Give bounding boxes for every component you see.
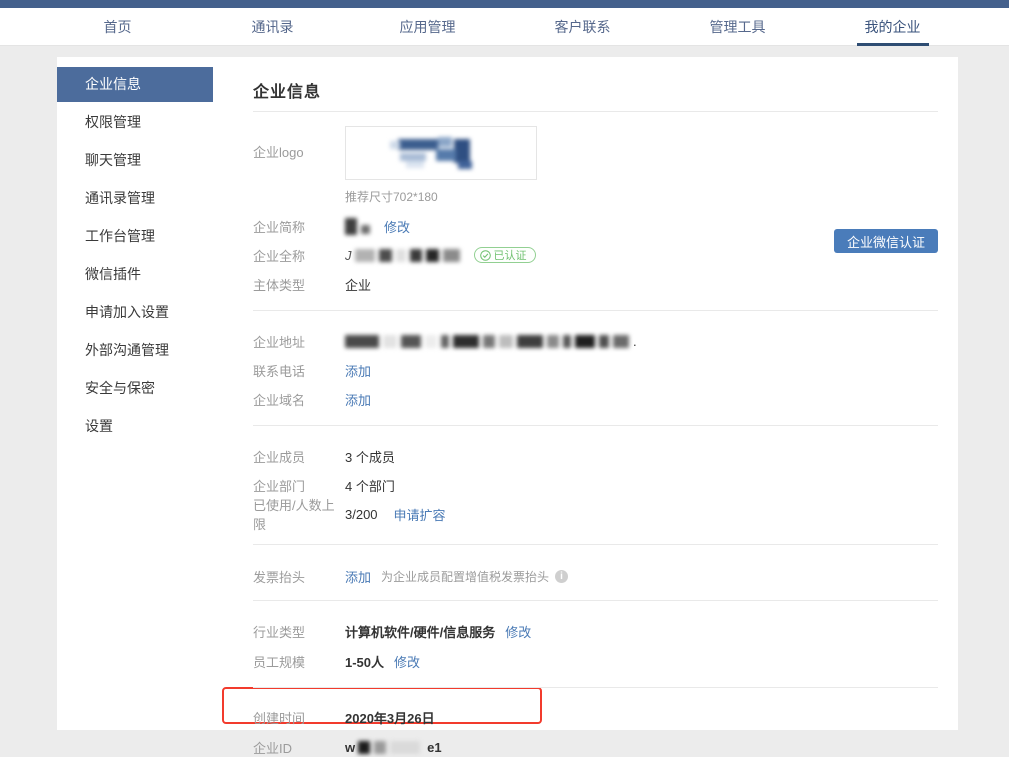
sidebar-item-workbench[interactable]: 工作台管理: [57, 219, 213, 254]
sidebar-item-join-settings[interactable]: 申请加入设置: [57, 295, 213, 330]
scale-label: 员工规模: [253, 652, 345, 671]
expand-capacity-link[interactable]: 申请扩容: [394, 505, 446, 524]
short-name-label: 企业简称: [253, 217, 345, 236]
short-name-edit-link[interactable]: 修改: [384, 217, 410, 236]
members-label: 企业成员: [253, 447, 345, 466]
row-phone: 联系电话 添加: [253, 360, 938, 380]
wecom-admin-page: { "topnav": { "tabs": [ { "label": "首页",…: [0, 0, 1009, 746]
sidebar-item-settings[interactable]: 设置: [57, 409, 213, 444]
industry-edit-link[interactable]: 修改: [505, 622, 531, 641]
full-name-visible-prefix: J: [345, 248, 352, 263]
row-logo: 企业logo 推荐尺寸702*180: [253, 126, 938, 205]
enterprise-logo-image[interactable]: [345, 126, 537, 180]
address-label: 企业地址: [253, 332, 345, 351]
row-usage: 已使用/人数上限 3/200 申请扩容: [253, 504, 938, 524]
invoice-hint: 为企业成员配置增值税发票抬头: [381, 568, 549, 585]
row-created: 创建时间 2020年3月26日: [253, 707, 938, 727]
sidebar-item-chat[interactable]: 聊天管理: [57, 143, 213, 178]
address-visible-suffix: .: [633, 334, 637, 349]
row-invoice: 发票抬头 添加 为企业成员配置增值税发票抬头 i: [253, 566, 938, 586]
verified-badge-text: 已认证: [494, 247, 527, 263]
industry-value: 计算机软件/硬件/信息服务: [345, 622, 495, 641]
row-members: 企业成员 3 个成员: [253, 446, 938, 466]
domain-add-link[interactable]: 添加: [345, 390, 371, 409]
entity-type-value: 企业: [345, 275, 371, 294]
divider: [253, 600, 938, 601]
sidebar-item-security[interactable]: 安全与保密: [57, 371, 213, 406]
info-icon[interactable]: i: [555, 570, 568, 583]
nav-tab-home[interactable]: 首页: [40, 8, 195, 46]
row-address: 企业地址 .: [253, 331, 938, 351]
members-value: 3 个成员: [345, 447, 395, 466]
nav-tabs: 首页 通讯录 应用管理 客户联系 管理工具 我的企业: [40, 8, 970, 46]
departments-value: 4 个部门: [345, 476, 395, 495]
divider: [253, 544, 938, 545]
entity-type-label: 主体类型: [253, 275, 345, 294]
logo-label: 企业logo: [253, 126, 345, 205]
phone-label: 联系电话: [253, 361, 345, 380]
sidebar-item-wechat-plugin[interactable]: 微信插件: [57, 257, 213, 292]
page-title: 企业信息: [253, 78, 938, 102]
sidebar-item-enterprise-info[interactable]: 企业信息: [57, 67, 213, 102]
address-value: .: [345, 334, 637, 349]
created-value: 2020年3月26日: [345, 708, 435, 727]
full-name-value: J 已认证: [345, 247, 536, 263]
domain-label: 企业域名: [253, 390, 345, 409]
scale-value: 1-50人: [345, 652, 384, 671]
sidebar: 企业信息 权限管理 聊天管理 通讯录管理 工作台管理 微信插件 申请加入设置 外…: [57, 67, 213, 447]
usage-label: 已使用/人数上限: [253, 495, 345, 533]
sidebar-item-permissions[interactable]: 权限管理: [57, 105, 213, 140]
corp-id-visible-prefix: w: [345, 740, 355, 755]
divider: [253, 111, 938, 112]
corp-id-label: 企业ID: [253, 738, 345, 757]
redacted-short-name: [345, 218, 374, 235]
invoice-add-link[interactable]: 添加: [345, 567, 371, 586]
nav-tab-contacts[interactable]: 通讯录: [195, 8, 350, 46]
enterprise-info-panel: 企业信息 企业logo 推荐尺寸702: [253, 57, 938, 757]
invoice-label: 发票抬头: [253, 567, 345, 586]
sidebar-item-contacts-mgmt[interactable]: 通讯录管理: [57, 181, 213, 216]
row-scale: 员工规模 1-50人 修改: [253, 651, 938, 671]
departments-label: 企业部门: [253, 476, 345, 495]
divider: [253, 425, 938, 426]
redacted-address: [345, 335, 633, 348]
row-departments: 企业部门 4 个部门: [253, 475, 938, 495]
row-corp-id: 企业ID w e1: [253, 737, 938, 757]
nav-tab-tools[interactable]: 管理工具: [660, 8, 815, 46]
usage-value: 3/200: [345, 507, 378, 522]
created-label: 创建时间: [253, 708, 345, 727]
nav-tab-my-enterprise[interactable]: 我的企业: [815, 8, 970, 46]
industry-label: 行业类型: [253, 622, 345, 641]
row-entity-type: 主体类型 企业: [253, 274, 938, 294]
sidebar-item-external-comm[interactable]: 外部沟通管理: [57, 333, 213, 368]
logo-value: 推荐尺寸702*180: [345, 126, 537, 205]
nav-tab-apps[interactable]: 应用管理: [350, 8, 505, 46]
row-short-name: 企业简称 修改: [253, 216, 938, 236]
full-name-label: 企业全称: [253, 246, 345, 265]
phone-add-link[interactable]: 添加: [345, 361, 371, 380]
row-industry: 行业类型 计算机软件/硬件/信息服务 修改: [253, 621, 938, 641]
corp-id-visible-suffix: e1: [427, 740, 441, 755]
divider: [253, 687, 938, 688]
logo-size-hint: 推荐尺寸702*180: [345, 188, 537, 205]
verified-badge: 已认证: [474, 247, 536, 263]
nav-tab-customers[interactable]: 客户联系: [505, 8, 660, 46]
redacted-corp-id: [358, 741, 424, 754]
browser-top-strip: [0, 0, 1009, 8]
main-navbar: 首页 通讯录 应用管理 客户联系 管理工具 我的企业: [0, 8, 1009, 46]
logo-pixelated-art: [376, 131, 506, 175]
divider: [253, 310, 938, 311]
verified-check-icon: [480, 250, 491, 261]
scale-edit-link[interactable]: 修改: [394, 652, 420, 671]
short-name-value: 修改: [345, 217, 410, 236]
row-domain: 企业域名 添加: [253, 389, 938, 409]
content-card: 企业信息 权限管理 聊天管理 通讯录管理 工作台管理 微信插件 申请加入设置 外…: [57, 57, 958, 730]
row-full-name: 企业全称 J 已认证: [253, 245, 938, 265]
redacted-full-name: [355, 249, 464, 262]
